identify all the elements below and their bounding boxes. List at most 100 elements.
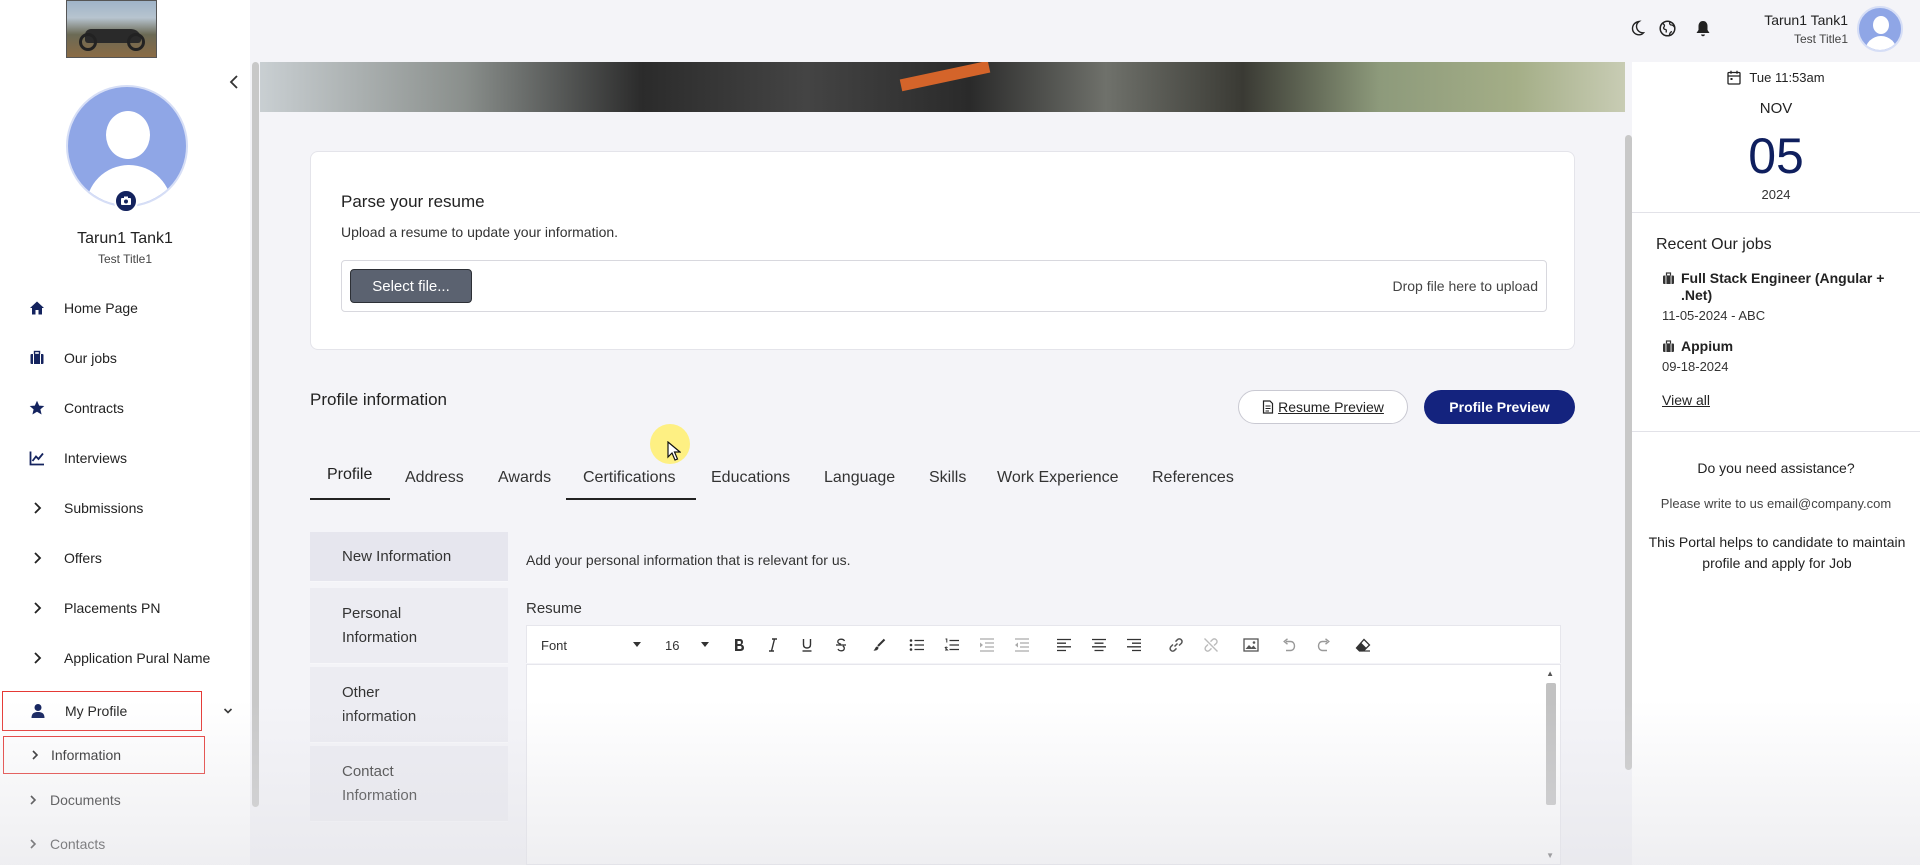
recent-job-item[interactable]: Appium 09-18-2024 [1662, 338, 1902, 374]
sidebar-item-submissions[interactable]: Submissions [0, 490, 250, 526]
sidebar-item-placements-pn[interactable]: Placements PN [0, 590, 250, 626]
sidebar-item-contracts[interactable]: Contracts [0, 390, 250, 426]
editor-scrollbar[interactable] [1546, 683, 1556, 805]
chevron-right-icon [28, 649, 46, 667]
tab-address[interactable]: Address [405, 460, 464, 500]
sidebar-user-name: Tarun1 Tank1 [77, 230, 173, 247]
link-icon [1169, 638, 1183, 652]
main-scrollbar[interactable] [1625, 135, 1632, 770]
bullet-list-button[interactable] [905, 633, 929, 657]
redo-icon [1317, 638, 1330, 652]
subnav-other-information[interactable]: Other information [310, 667, 508, 743]
recent-job-title[interactable]: Appium [1662, 338, 1902, 355]
topbar-avatar[interactable] [1857, 6, 1903, 52]
indent-button[interactable] [975, 633, 999, 657]
tab-language[interactable]: Language [824, 460, 895, 500]
bold-icon [735, 639, 744, 651]
drop-hint-text: Drop file here to upload [1392, 278, 1538, 294]
align-center-button[interactable] [1087, 633, 1111, 657]
chevron-down-icon [223, 708, 233, 714]
resume-editor-textarea[interactable]: ▲ ▼ [526, 664, 1561, 865]
tab-work-experience[interactable]: Work Experience [997, 460, 1119, 500]
clear-formatting-button[interactable] [1351, 633, 1375, 657]
profile-avatar-area [66, 85, 188, 213]
insert-image-button[interactable] [1239, 633, 1263, 657]
recent-jobs-title: Recent Our jobs [1656, 236, 1772, 253]
strikethrough-icon [836, 638, 846, 652]
bold-button[interactable] [727, 633, 751, 657]
sidebar-item-our-jobs[interactable]: Our jobs [0, 340, 250, 376]
tab-certifications[interactable]: Certifications [566, 460, 696, 500]
resume-preview-button[interactable]: Resume Preview [1238, 390, 1408, 424]
sidebar-item-application-pural-name[interactable]: Application Pural Name [0, 640, 250, 676]
logo-wheel-shape [79, 33, 97, 51]
text-color-button[interactable] [867, 633, 891, 657]
topbar-user-name[interactable]: Tarun1 Tank1 [1764, 12, 1848, 28]
sidebar-item-offers[interactable]: Offers [0, 540, 250, 576]
company-logo[interactable] [66, 0, 157, 58]
numbered-list-button[interactable] [940, 633, 964, 657]
briefcase-icon [1663, 272, 1674, 284]
language-button[interactable] [1656, 17, 1678, 39]
subnav-contact-information[interactable]: Contact Information [310, 746, 508, 822]
bell-icon [1696, 20, 1710, 36]
sidebar-subitem-information[interactable]: Information [3, 736, 205, 774]
select-file-button[interactable]: Select file... [350, 269, 472, 303]
dark-mode-toggle[interactable] [1626, 17, 1648, 39]
sidebar-item-label: Submissions [64, 500, 144, 516]
recent-job-item[interactable]: Full Stack Engineer (Angular + .Net) 11-… [1662, 270, 1902, 323]
undo-button[interactable] [1277, 633, 1301, 657]
tab-profile[interactable]: Profile [310, 460, 390, 500]
parse-resume-subtitle: Upload a resume to update your informati… [341, 224, 619, 240]
star-icon [28, 399, 46, 417]
outdent-button[interactable] [1010, 633, 1034, 657]
recent-job-title-text: Full Stack Engineer (Angular + .Net) [1681, 270, 1885, 303]
image-icon [1243, 638, 1259, 652]
sidebar-subitem-documents[interactable]: Documents [0, 782, 250, 818]
view-all-jobs-link[interactable]: View all [1662, 392, 1710, 408]
strikethrough-button[interactable] [829, 633, 853, 657]
logo-wheel-shape [127, 33, 145, 51]
resume-dropzone[interactable]: Select file... Drop file here to upload [341, 260, 1547, 312]
current-month: NOV [1759, 100, 1793, 117]
insert-link-button[interactable] [1164, 633, 1188, 657]
current-time: Tue 11:53am [1749, 70, 1825, 85]
sidebar-item-interviews[interactable]: Interviews [0, 440, 250, 476]
underline-button[interactable] [795, 633, 819, 657]
font-size-select[interactable]: 16 [665, 633, 709, 657]
redo-button[interactable] [1312, 633, 1336, 657]
unlink-icon [1204, 638, 1218, 652]
notifications-button[interactable] [1692, 17, 1714, 39]
tab-skills[interactable]: Skills [929, 460, 966, 500]
recent-job-title[interactable]: Full Stack Engineer (Angular + .Net) [1662, 270, 1902, 304]
align-left-button[interactable] [1052, 633, 1076, 657]
assistance-note: This Portal helps to candidate to mainta… [1648, 534, 1906, 571]
tab-references[interactable]: References [1152, 460, 1234, 500]
profile-preview-button[interactable]: Profile Preview [1424, 390, 1575, 424]
scroll-down-arrow-icon[interactable]: ▼ [1546, 851, 1554, 860]
assistance-email: Please write to us email@company.com [1660, 496, 1892, 511]
assistance-title: Do you need assistance? [1697, 460, 1855, 476]
sidebar-scrollbar[interactable] [252, 62, 259, 807]
chevron-right-icon [28, 499, 46, 517]
subnav-new-information[interactable]: New Information [310, 532, 508, 582]
numbered-list-icon [944, 638, 959, 651]
unlink-button[interactable] [1199, 633, 1223, 657]
change-photo-button[interactable] [114, 189, 138, 213]
my-profile-expand-toggle[interactable] [222, 691, 242, 731]
sidebar-item-label: Application Pural Name [64, 650, 211, 666]
caret-down-icon [701, 642, 709, 647]
tab-awards[interactable]: Awards [498, 460, 551, 500]
moon-icon [1631, 20, 1645, 36]
sidebar-item-my-profile[interactable]: My Profile [2, 691, 202, 731]
font-family-select[interactable]: Font [541, 633, 641, 657]
italic-button[interactable] [761, 633, 785, 657]
collapse-sidebar-button[interactable] [226, 72, 242, 92]
sidebar-subitem-contacts[interactable]: Contacts [0, 826, 250, 862]
sidebar-item-home-page[interactable]: Home Page [0, 290, 250, 326]
scroll-up-arrow-icon[interactable]: ▲ [1546, 669, 1554, 678]
tab-educations[interactable]: Educations [711, 460, 790, 500]
align-right-button[interactable] [1122, 633, 1146, 657]
subnav-personal-information[interactable]: Personal Information [310, 588, 508, 664]
section-description: Add your personal information that is re… [526, 552, 851, 568]
